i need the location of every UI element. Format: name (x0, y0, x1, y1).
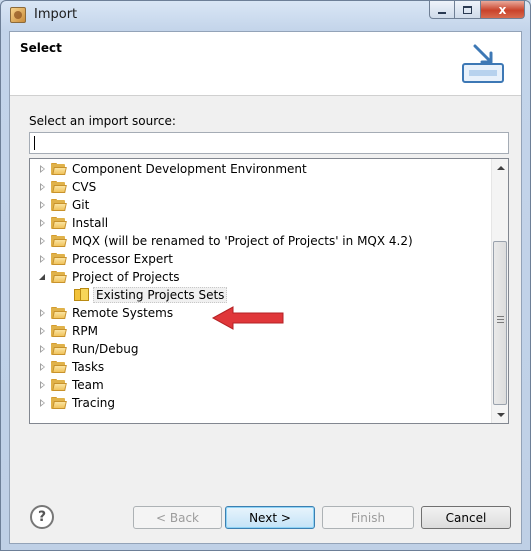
folder-icon (51, 234, 67, 248)
import-source-tree[interactable]: Component Development Environment CVS Git I… (29, 158, 509, 424)
folder-icon (51, 378, 67, 392)
tree-item-label: Team (72, 378, 104, 392)
arrow-down-icon (496, 412, 505, 417)
close-icon: x (498, 2, 507, 17)
tree-item-label: Git (72, 198, 90, 212)
folder-icon (51, 252, 67, 266)
folder-icon (51, 270, 67, 284)
tree-item-label: CVS (72, 180, 97, 194)
folder-icon (51, 162, 67, 176)
collapsed-arrow-icon[interactable] (39, 381, 47, 389)
folder-icon (51, 306, 67, 320)
folder-icon (51, 324, 67, 338)
collapsed-arrow-icon[interactable] (39, 399, 47, 407)
collapsed-arrow-icon[interactable] (39, 183, 47, 191)
help-button[interactable]: ? (30, 505, 54, 529)
scroll-down-button[interactable] (492, 406, 508, 423)
wizard-header: Select (10, 32, 521, 96)
cancel-button[interactable]: Cancel (421, 506, 511, 529)
window-controls: x (429, 1, 525, 19)
collapsed-arrow-icon[interactable] (39, 363, 47, 371)
tree-item[interactable]: Git (30, 196, 491, 214)
tree-item[interactable]: Tracing (30, 394, 491, 412)
folder-icon (51, 216, 67, 230)
folder-icon (51, 342, 67, 356)
app-icon (10, 7, 26, 23)
scroll-thumb[interactable] (493, 241, 507, 405)
title-bar[interactable]: Import x (1, 1, 530, 29)
collapsed-arrow-icon[interactable] (39, 165, 47, 173)
collapsed-arrow-icon[interactable] (39, 309, 47, 317)
back-button[interactable]: < Back (133, 506, 222, 529)
tree-item[interactable]: Component Development Environment (30, 160, 491, 178)
tree-item-label: Tracing (72, 396, 116, 410)
tree-list: Component Development Environment CVS Git I… (30, 159, 491, 412)
red-arrow-annotation (211, 306, 284, 330)
help-icon: ? (37, 509, 47, 525)
tree-item-label: Component Development Environment (72, 162, 307, 176)
tree-item[interactable]: CVS (30, 178, 491, 196)
tree-item[interactable]: Processor Expert (30, 250, 491, 268)
collapsed-arrow-icon[interactable] (39, 345, 47, 353)
tree-item-label: Project of Projects (72, 270, 180, 284)
collapsed-arrow-icon[interactable] (39, 255, 47, 263)
tree-item-label: Remote Systems (72, 306, 174, 320)
filter-input[interactable] (29, 132, 509, 154)
dialog-client-area: Select Select an import source: Componen… (9, 31, 522, 544)
page-title: Select (20, 41, 62, 55)
minimize-icon (438, 11, 446, 14)
maximize-icon (463, 5, 472, 14)
grip-line (497, 322, 504, 323)
close-button[interactable]: x (481, 1, 525, 19)
scroll-up-button[interactable] (492, 159, 508, 176)
minimize-button[interactable] (429, 1, 455, 19)
collapsed-arrow-icon[interactable] (39, 201, 47, 209)
folder-icon (51, 180, 67, 194)
window-title: Import (34, 7, 78, 22)
next-button[interactable]: Next > (225, 506, 315, 529)
text-caret (34, 136, 35, 150)
tree-item-label: Tasks (72, 360, 105, 374)
grip-line (497, 316, 504, 317)
finish-button[interactable]: Finish (322, 506, 414, 529)
import-wizard-icon (462, 44, 504, 83)
tree-item-label: Existing Projects Sets (93, 287, 228, 303)
tree-item-label: MQX (will be renamed to 'Project of Proj… (72, 234, 413, 248)
maximize-button[interactable] (455, 1, 481, 19)
tree-item-label: Install (72, 216, 109, 230)
project-set-icon (74, 288, 92, 302)
tree-item[interactable]: Run/Debug (30, 340, 491, 358)
tree-item[interactable]: Tasks (30, 358, 491, 376)
folder-icon (51, 198, 67, 212)
folder-icon (51, 396, 67, 410)
tree-item[interactable]: MQX (will be renamed to 'Project of Proj… (30, 232, 491, 250)
import-dialog: Import x Select Select an import source:… (0, 0, 531, 551)
collapsed-arrow-icon[interactable] (39, 327, 47, 335)
tree-item-label: RPM (72, 324, 98, 338)
grip-line (497, 319, 504, 320)
collapsed-arrow-icon[interactable] (39, 237, 47, 245)
tree-item[interactable]: Install (30, 214, 491, 232)
tree-item[interactable]: Team (30, 376, 491, 394)
tree-item-label: Run/Debug (72, 342, 139, 356)
tree-item[interactable]: Project of Projects (30, 268, 491, 286)
arrow-up-icon (496, 165, 505, 170)
tree-item-label: Processor Expert (72, 252, 173, 266)
vertical-scrollbar[interactable] (491, 159, 508, 423)
expanded-arrow-icon[interactable] (39, 273, 47, 281)
folder-icon (51, 360, 67, 374)
import-source-label: Select an import source: (29, 114, 176, 128)
collapsed-arrow-icon[interactable] (39, 219, 47, 227)
tree-item[interactable]: Existing Projects Sets (30, 286, 491, 304)
